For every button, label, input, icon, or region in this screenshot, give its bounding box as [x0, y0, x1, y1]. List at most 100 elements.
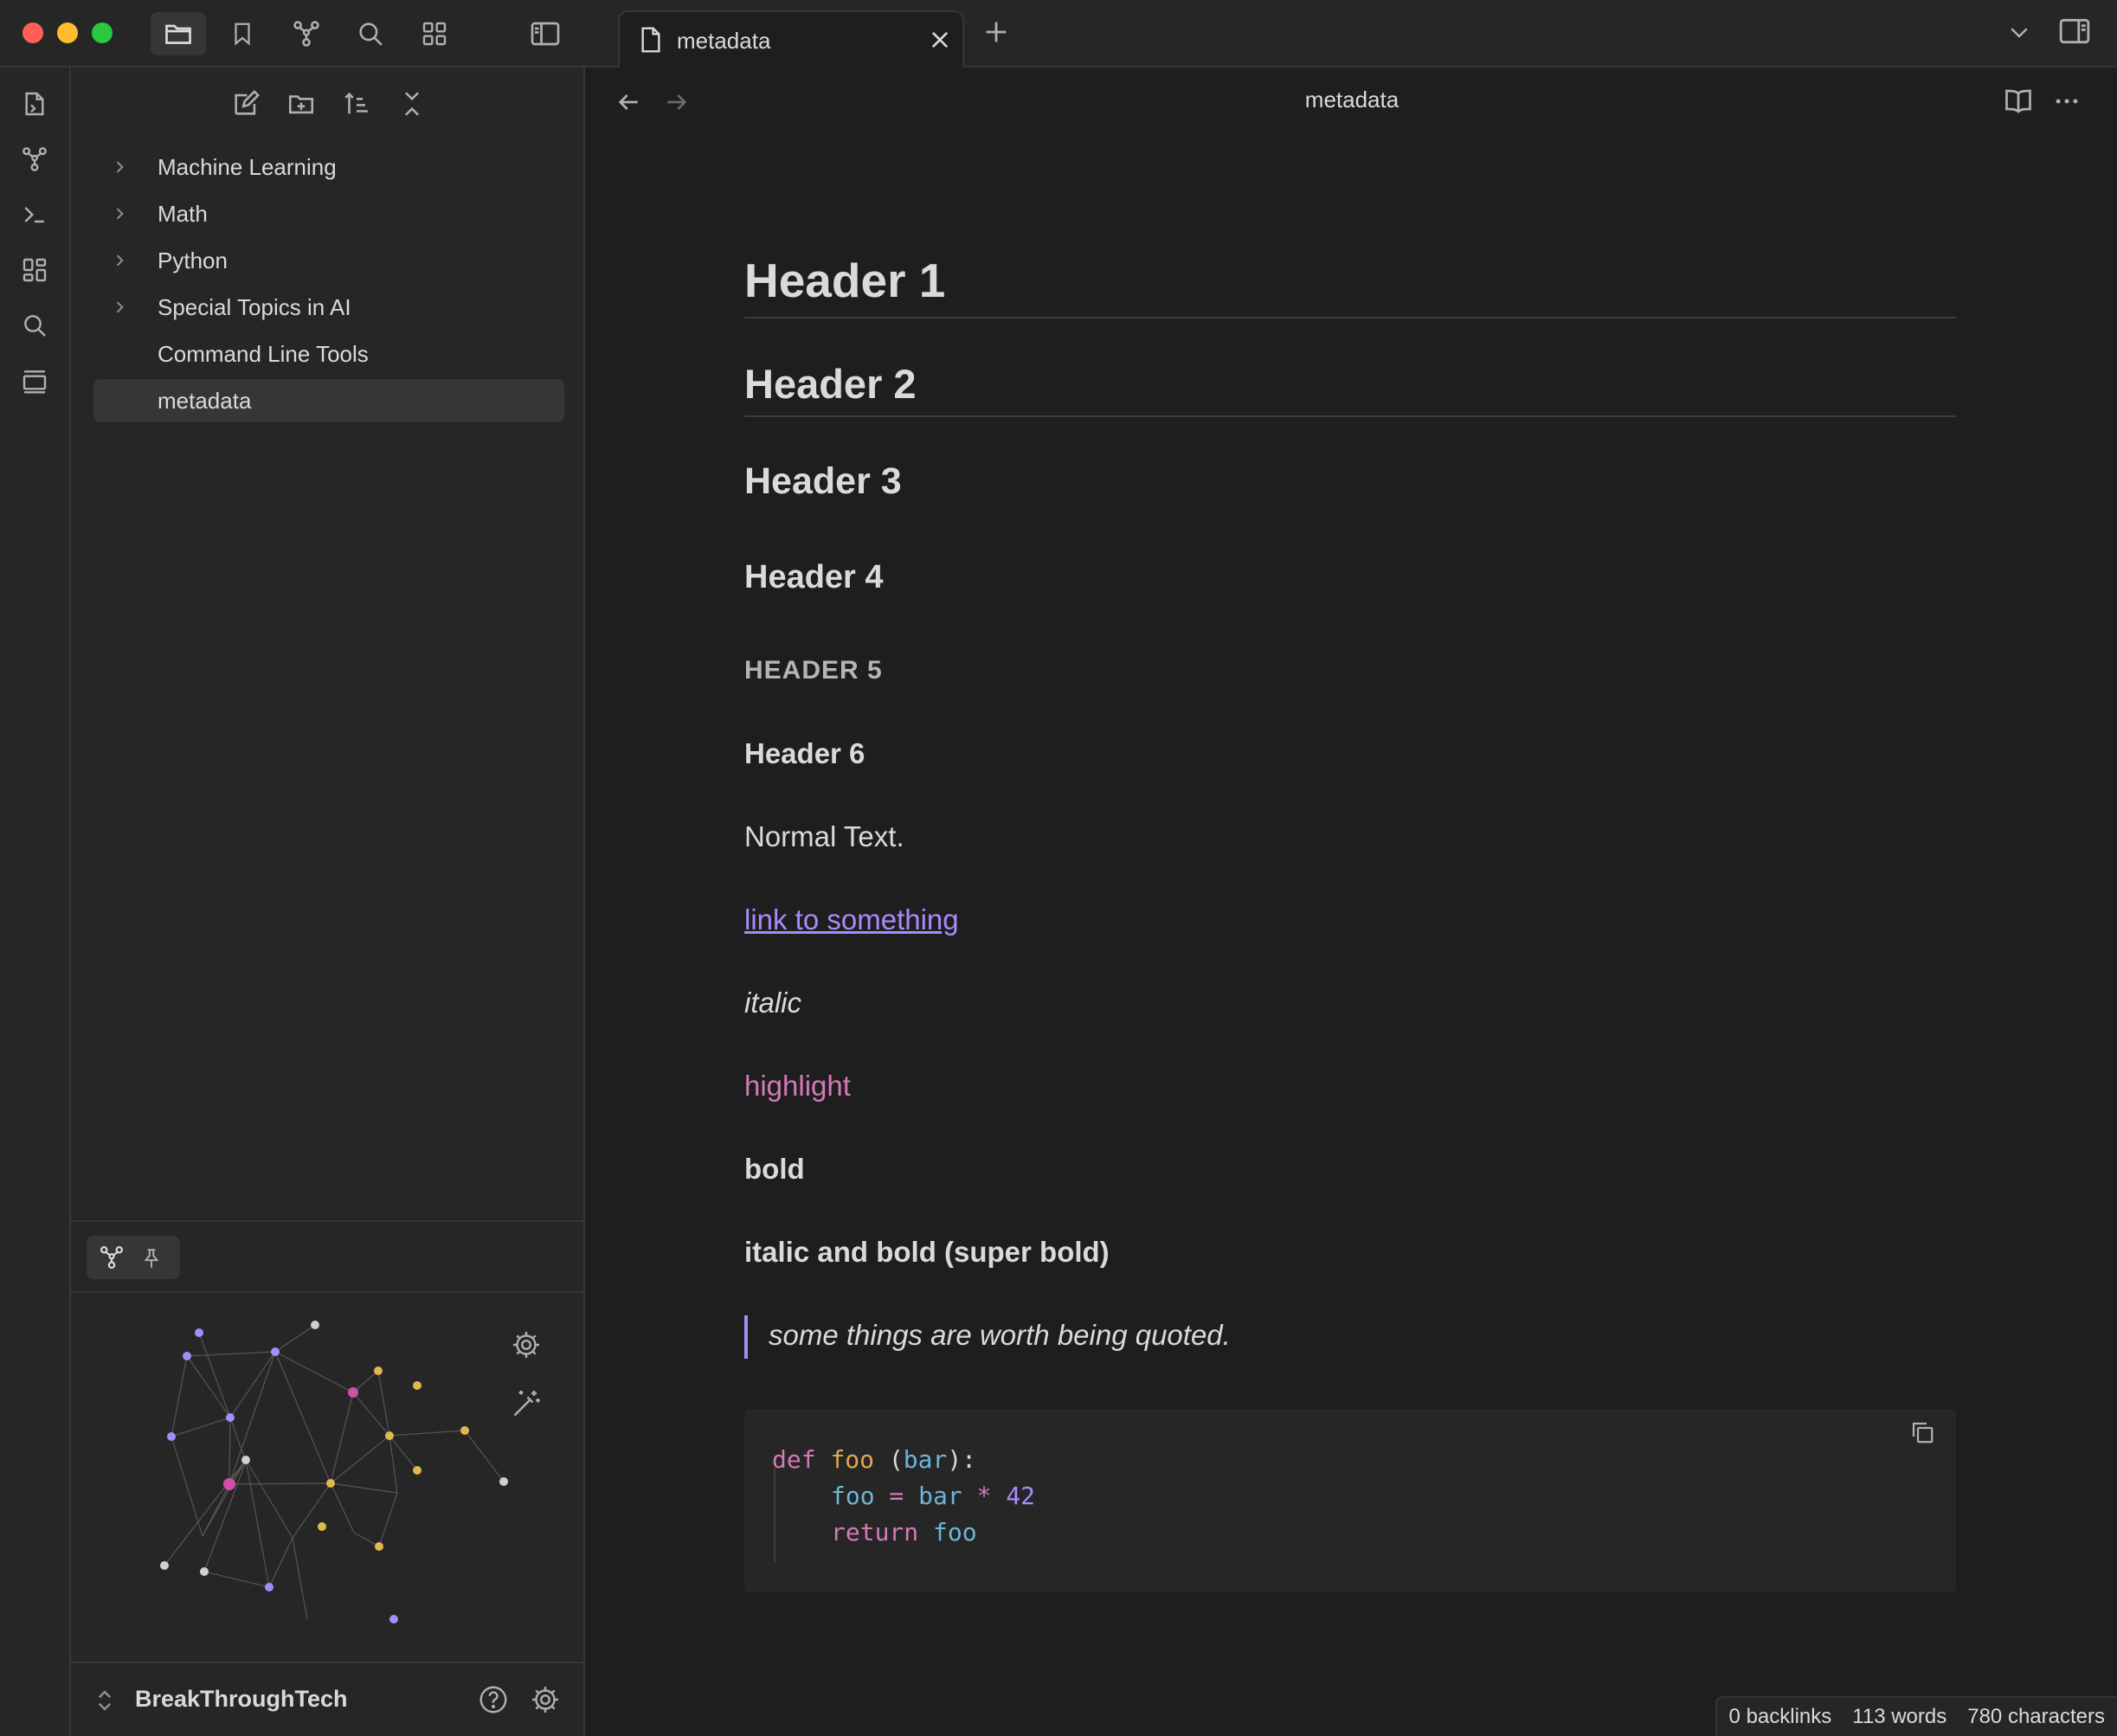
heading-4: Header 4 — [744, 559, 884, 595]
tree-item-label: Python — [158, 248, 228, 273]
chevron-right-icon — [111, 251, 128, 270]
local-graph-pane — [71, 1220, 585, 1736]
reading-view-icon[interactable] — [2003, 87, 2034, 116]
gear-icon[interactable] — [511, 1329, 542, 1360]
graph-icon[interactable] — [279, 12, 334, 55]
heading-6: Header 6 — [744, 737, 865, 769]
code-keyword: def — [772, 1445, 816, 1474]
collapse-all-icon[interactable] — [391, 85, 433, 123]
code-line-2: foo = bar * 42 — [831, 1482, 1035, 1510]
chevron-right-icon — [111, 204, 128, 223]
copy-icon[interactable] — [1909, 1419, 1935, 1445]
blockquote-bar — [744, 1315, 748, 1359]
code-punct: ( — [874, 1445, 904, 1474]
graph-icon[interactable] — [99, 1244, 125, 1270]
gear-icon[interactable] — [530, 1684, 561, 1715]
folder-machine-learning[interactable]: Machine Learning — [93, 145, 564, 189]
word-count: 113 words — [1852, 1705, 1947, 1728]
sort-icon[interactable] — [336, 85, 377, 123]
tab-list-button[interactable] — [2006, 19, 2032, 45]
indent-guide — [774, 1468, 775, 1563]
normal-text: Normal Text. — [744, 820, 904, 852]
close-tab-icon[interactable] — [928, 28, 952, 52]
chevron-right-icon — [111, 158, 128, 177]
view-header-title[interactable]: metadata — [587, 87, 2117, 113]
new-note-icon[interactable] — [225, 85, 267, 123]
grid-icon[interactable] — [407, 12, 462, 55]
character-count: 780 characters — [1967, 1705, 2105, 1728]
code-line-1: def foo (bar): — [772, 1445, 976, 1474]
code-op: = — [874, 1482, 919, 1510]
bold-text: bold — [744, 1153, 805, 1185]
bookmark-icon[interactable] — [215, 12, 270, 55]
blockquote-text: some things are worth being quoted. — [769, 1319, 1231, 1351]
help-icon[interactable] — [478, 1684, 509, 1715]
more-options-icon[interactable] — [2051, 87, 2082, 116]
title-bar: metadata — [0, 0, 2117, 68]
file-explorer: Machine Learning Math Python Special Top… — [71, 68, 585, 1736]
editor-pane: metadata Header 1 Header 2 Header 3 Head… — [587, 69, 2117, 1736]
file-metadata[interactable]: metadata — [93, 379, 564, 422]
vault-name[interactable]: BreakThroughTech — [135, 1686, 348, 1713]
search-icon[interactable] — [343, 12, 398, 55]
heading-5: HEADER 5 — [744, 656, 883, 685]
graph-view-icon[interactable] — [16, 140, 54, 178]
heading-1-rule — [744, 317, 1956, 318]
italic-text: italic — [744, 987, 802, 1019]
status-bar: 0 backlinks 113 words 780 characters — [1715, 1696, 2117, 1736]
vault-switcher-bar: BreakThroughTech — [71, 1662, 585, 1736]
internal-link[interactable]: link to something — [744, 903, 959, 936]
code-punct: ): — [947, 1445, 977, 1474]
file-icon — [639, 26, 663, 54]
code-var: foo — [831, 1482, 875, 1510]
heading-3: Header 3 — [744, 460, 902, 502]
chevron-down-icon — [2006, 19, 2032, 45]
pin-icon[interactable] — [140, 1246, 163, 1270]
graph-tab-bar — [87, 1236, 180, 1279]
slides-icon[interactable] — [16, 362, 54, 400]
code-block[interactable]: def foo (bar): foo = bar * 42 return foo — [744, 1409, 1956, 1592]
folder-math[interactable]: Math — [93, 192, 564, 235]
chevron-right-icon — [111, 298, 128, 317]
tree-item-label: Command Line Tools — [158, 341, 369, 367]
ribbon — [0, 68, 71, 1736]
maximize-window-button[interactable] — [92, 23, 113, 43]
heading-2: Header 2 — [744, 361, 917, 407]
code-keyword: return — [831, 1518, 919, 1546]
folder-python[interactable]: Python — [93, 239, 564, 282]
tree-item-label: Math — [158, 201, 208, 227]
tree-item-label: Special Topics in AI — [158, 294, 351, 320]
new-folder-icon[interactable] — [280, 85, 322, 123]
terminal-icon[interactable] — [16, 196, 54, 234]
open-quick-switcher-icon[interactable] — [16, 85, 54, 123]
code-op: * — [962, 1482, 1007, 1510]
folder-special-topics-in-ai[interactable]: Special Topics in AI — [93, 286, 564, 329]
code-var: bar — [903, 1445, 948, 1474]
tree-item-label: Machine Learning — [158, 154, 337, 180]
minimize-window-button[interactable] — [57, 23, 78, 43]
graph-canvas[interactable] — [71, 1293, 585, 1656]
code-function: foo — [830, 1445, 875, 1474]
heading-1: Header 1 — [744, 254, 946, 307]
code-var: bar — [918, 1482, 962, 1510]
bold-italic-text: italic and bold (super bold) — [744, 1236, 1110, 1268]
folder-icon[interactable] — [151, 12, 206, 55]
canvas-icon[interactable] — [16, 251, 54, 289]
tab-metadata[interactable]: metadata — [618, 10, 964, 68]
search-icon[interactable] — [16, 306, 54, 344]
code-line-3: return foo — [831, 1518, 977, 1546]
backlinks-count[interactable]: 0 backlinks — [1729, 1705, 1832, 1729]
heading-2-rule — [744, 415, 1956, 417]
code-number: 42 — [1006, 1482, 1036, 1510]
magic-wand-icon[interactable] — [511, 1388, 542, 1419]
close-window-button[interactable] — [23, 23, 43, 43]
code-var: foo — [933, 1518, 977, 1546]
right-sidebar-icon — [2058, 17, 2091, 45]
tree-item-label: metadata — [158, 388, 252, 414]
file-command-line-tools[interactable]: Command Line Tools — [93, 332, 564, 376]
new-tab-button[interactable] — [981, 17, 1011, 47]
right-sidebar-toggle[interactable] — [2058, 17, 2091, 45]
plus-icon — [981, 17, 1011, 47]
vault-switch-icon[interactable] — [95, 1688, 114, 1713]
sidebar-toggle-icon[interactable] — [518, 12, 573, 55]
